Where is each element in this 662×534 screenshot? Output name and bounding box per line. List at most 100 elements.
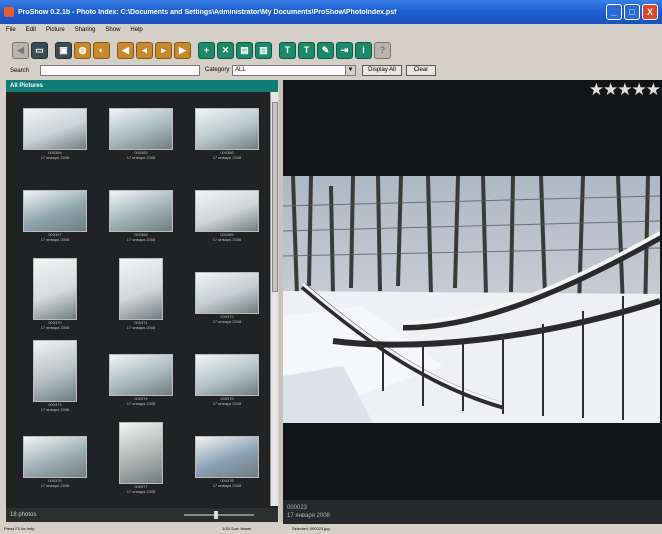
copy-button[interactable]: ▤ [236,41,253,59]
thumbnail-image[interactable] [33,258,77,320]
thumbnail-date: 17 января 2008 [40,407,70,412]
thumbnail-item[interactable]: 000364 17 января 2008 [12,94,98,174]
thumbnail-item[interactable]: 000377 17 января 2008 [98,422,184,502]
edit-icon: ✎ [321,44,330,55]
thumbnail-image[interactable] [23,190,87,232]
thumbnail-item[interactable]: 000375 17 января 2008 [184,340,270,420]
zoom-icon: ◍ [78,44,87,55]
delete-button[interactable]: ✕ [217,41,234,59]
thumbnail-date: 17 января 2008 [212,237,242,242]
thumbnail-image[interactable] [195,108,259,150]
thumbnail-date: 17 января 2008 [126,401,156,406]
thumbnail-image[interactable] [195,190,259,232]
text-icon: T [284,45,291,55]
thumbnail-date: 17 января 2008 [212,319,242,324]
thumbnail-image[interactable] [195,272,259,314]
search-input[interactable] [40,65,200,76]
thumbnail-image[interactable] [195,354,259,396]
edit-button[interactable]: ✎ [317,41,334,59]
menu-bar: File Edit Picture Sharing Show Help [0,24,662,36]
thumbnail-image[interactable] [33,340,77,402]
search-bar: Search Category ALL ▼ Display All Clear [0,64,662,78]
thumbnail-item[interactable]: 000365 17 января 2008 [98,94,184,174]
move-button[interactable]: ▥ [255,41,272,59]
thumbnail-image[interactable] [109,108,173,150]
thumbnail-image[interactable] [119,422,163,484]
caption-icon: T [303,45,310,55]
thumbnail-item[interactable]: 000372 17 января 2008 [184,258,270,338]
thumbnail-image[interactable] [195,436,259,478]
info-button[interactable]: i [355,41,372,59]
help-icon: ? [379,45,386,55]
close-button[interactable]: X [642,4,658,20]
rotate-button[interactable]: ◐ [93,41,110,59]
slideshow-button[interactable]: ▣ [55,41,72,59]
prev-button[interactable]: ◂ [136,41,153,59]
thumbnail-image[interactable] [23,108,87,150]
maximize-button[interactable]: □ [624,4,640,20]
text-button[interactable]: T [279,41,296,59]
thumbnail-item[interactable]: 000371 17 января 2008 [98,258,184,338]
menu-show[interactable]: Show [105,27,120,33]
thumbnail-item[interactable]: 000374 17 января 2008 [98,340,184,420]
info-icon: i [362,45,365,55]
slideshow-icon: ▣ [59,44,68,55]
thumbnail-item[interactable]: 000369 17 января 2008 [184,176,270,256]
export-button[interactable]: ⇥ [336,41,353,59]
rating-stars[interactable]: ★★★★★ [589,80,661,100]
status-right: Selected: 000023.jpg [292,526,330,531]
print-icon: ▭ [35,44,44,55]
print-button[interactable]: ▭ [31,41,48,59]
first-button[interactable]: ◀ [117,41,134,59]
thumbnail-image[interactable] [119,258,163,320]
thumbnail-grid: 000364 17 января 2008 000365 17 января 2008… [6,94,270,506]
thumbnail-date: 17 января 2008 [40,155,70,160]
thumbnail-date: 17 января 2008 [212,483,242,488]
caption-button[interactable]: T [298,41,315,59]
last-button[interactable]: ▶ [174,41,191,59]
thumbnail-item[interactable]: 000368 17 января 2008 [98,176,184,256]
menu-file[interactable]: File [6,27,16,33]
thumbnail-date: 17 января 2008 [212,155,242,160]
thumbnail-item[interactable]: 000370 17 января 2008 [12,258,98,338]
thumbnail-image[interactable] [109,354,173,396]
title-bar: ProShow 0.2.1b - Photo Index: C:\Documen… [0,0,662,24]
zoom-slider[interactable] [184,511,254,519]
menu-sharing[interactable]: Sharing [75,27,96,33]
scrollbar-thumb[interactable] [272,102,278,292]
zoom-slider-knob[interactable] [213,511,218,519]
first-icon: ◀ [122,44,129,55]
minimize-button[interactable]: _ [606,4,622,20]
zoom-button[interactable]: ◍ [74,41,91,59]
chevron-down-icon[interactable]: ▼ [345,66,355,75]
help-button[interactable]: ? [374,41,391,59]
thumbnail-item[interactable]: 000376 17 января 2008 [12,422,98,502]
last-icon: ▶ [179,44,186,55]
thumbnail-item[interactable]: 000373 17 января 2008 [12,340,98,420]
photo-viewer: ★★★★★ 000023 17 января 2008 [283,80,662,524]
thumbnail-image[interactable] [23,436,87,478]
nav-first-icon: ◀ [17,44,24,55]
menu-edit[interactable]: Edit [26,27,36,33]
thumbnail-item[interactable]: 000367 17 января 2008 [12,176,98,256]
copy-icon: ▤ [240,44,249,55]
menu-picture[interactable]: Picture [46,27,65,33]
nav-first-button[interactable]: ◀ [12,41,29,59]
app-icon [4,7,14,17]
menu-help[interactable]: Help [130,27,142,33]
category-label: Category [205,67,230,73]
main-photo [283,176,660,423]
status-bar: Press F1 for help 1/18 Sort: Name Select… [0,524,662,534]
thumbnail-item[interactable]: 000366 17 января 2008 [184,94,270,174]
clear-button[interactable]: Clear [406,65,436,76]
add-button[interactable]: + [198,41,215,59]
photo-info: 000023 17 января 2008 [283,500,662,524]
category-select[interactable]: ALL ▼ [232,65,356,76]
thumbnail-image[interactable] [109,190,173,232]
thumbnail-item[interactable]: 000378 17 января 2008 [184,422,270,502]
next-button[interactable]: ▸ [155,41,172,59]
thumbnail-date: 17 января 2008 [40,237,70,242]
display-all-button[interactable]: Display All [362,65,402,76]
vertical-scrollbar[interactable] [270,92,278,506]
status-middle: 1/18 Sort: Name [222,526,252,531]
